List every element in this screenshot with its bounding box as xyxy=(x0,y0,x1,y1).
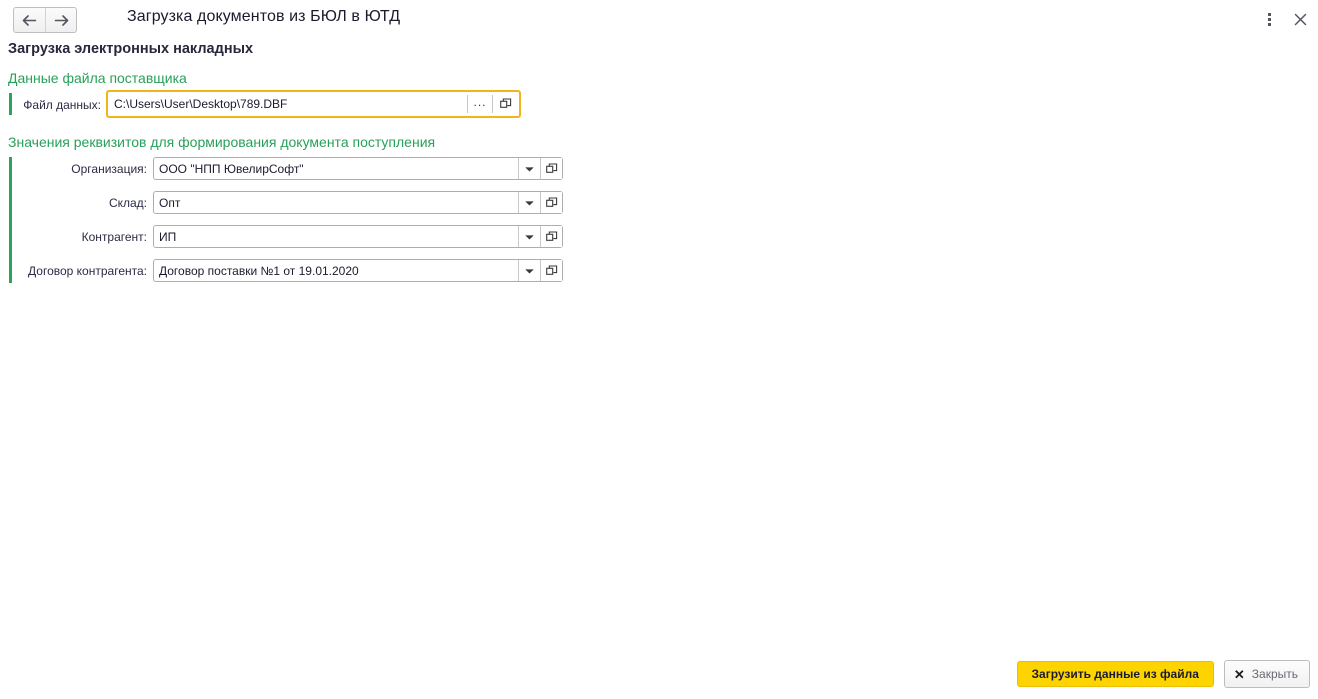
load-data-button[interactable]: Загрузить данные из файла xyxy=(1016,661,1214,687)
arrow-left-icon xyxy=(22,14,37,26)
close-button[interactable]: ✕ Закрыть xyxy=(1223,660,1310,688)
data-file-input[interactable]: C:\Users\User\Desktop\789.DBF xyxy=(108,92,467,116)
chevron-down-icon xyxy=(525,166,534,172)
group-accent-bar xyxy=(9,93,12,115)
arrow-right-icon xyxy=(54,14,68,26)
kebab-menu-icon xyxy=(1267,12,1271,26)
chevron-down-icon xyxy=(525,268,534,274)
chevron-down-icon xyxy=(525,234,534,240)
label-warehouse: Склад: xyxy=(108,195,147,210)
data-file-open-button[interactable] xyxy=(493,92,519,116)
open-window-icon xyxy=(545,264,557,275)
footer-actions: Загрузить данные из файла ✕ Закрыть xyxy=(1016,660,1310,688)
window-titlebar: Загрузка документов из БЮЛ в ЮТД xyxy=(0,0,1318,39)
back-button[interactable] xyxy=(14,8,45,32)
contract-dropdown-button[interactable] xyxy=(518,260,540,281)
window-close-button[interactable] xyxy=(1288,7,1312,31)
warehouse-dropdown-button[interactable] xyxy=(518,192,540,213)
open-window-icon xyxy=(545,162,557,173)
label-organization: Организация: xyxy=(71,161,147,176)
data-file-browse-button[interactable]: ... xyxy=(468,92,492,116)
counterparty-dropdown-button[interactable] xyxy=(518,226,540,247)
close-button-label: Закрыть xyxy=(1251,667,1298,681)
field-row-warehouse: Склад: Опт xyxy=(21,191,563,214)
organization-input[interactable]: ООО "НПП ЮвелирСофт" xyxy=(154,158,518,179)
label-data-file: Файл данных: xyxy=(23,97,101,112)
data-file-input-group[interactable]: C:\Users\User\Desktop\789.DBF ... xyxy=(106,90,521,118)
window-controls xyxy=(1257,7,1312,31)
navigation-button-group xyxy=(13,7,77,33)
group-accent-bar xyxy=(9,157,12,283)
warehouse-input[interactable]: Опт xyxy=(154,192,518,213)
close-icon xyxy=(1294,13,1306,25)
window-menu-button[interactable] xyxy=(1257,7,1281,31)
organization-open-button[interactable] xyxy=(540,158,562,179)
contract-input[interactable]: Договор поставки №1 от 19.01.2020 xyxy=(154,260,518,281)
field-row-contract: Договор контрагента: Договор поставки №1… xyxy=(21,259,563,282)
window-title: Загрузка документов из БЮЛ в ЮТД xyxy=(127,8,401,25)
forward-button[interactable] xyxy=(45,8,76,32)
warehouse-open-button[interactable] xyxy=(540,192,562,213)
field-row-counterparty: Контрагент: ИП xyxy=(21,225,563,248)
x-icon: ✕ xyxy=(1233,666,1245,682)
counterparty-input-group[interactable]: ИП xyxy=(153,225,563,248)
open-window-icon xyxy=(500,98,512,108)
contract-open-button[interactable] xyxy=(540,260,562,281)
label-contract: Договор контрагента: xyxy=(28,263,147,278)
label-counterparty: Контрагент: xyxy=(81,229,147,244)
group-heading-document-attributes: Значения реквизитов для формирования док… xyxy=(8,134,436,150)
open-window-icon xyxy=(545,230,557,241)
counterparty-input[interactable]: ИП xyxy=(154,226,518,247)
organization-dropdown-button[interactable] xyxy=(518,158,540,179)
open-window-icon xyxy=(545,196,557,207)
organization-input-group[interactable]: ООО "НПП ЮвелирСофт" xyxy=(153,157,563,180)
group-heading-supplier-file: Данные файла поставщика xyxy=(8,70,187,86)
field-row-organization: Организация: ООО "НПП ЮвелирСофт" xyxy=(21,157,563,180)
chevron-down-icon xyxy=(525,200,534,206)
field-row-data-file: Файл данных: xyxy=(21,93,107,116)
counterparty-open-button[interactable] xyxy=(540,226,562,247)
page-title: Загрузка электронных накладных xyxy=(8,41,254,57)
contract-input-group[interactable]: Договор поставки №1 от 19.01.2020 xyxy=(153,259,563,282)
warehouse-input-group[interactable]: Опт xyxy=(153,191,563,214)
